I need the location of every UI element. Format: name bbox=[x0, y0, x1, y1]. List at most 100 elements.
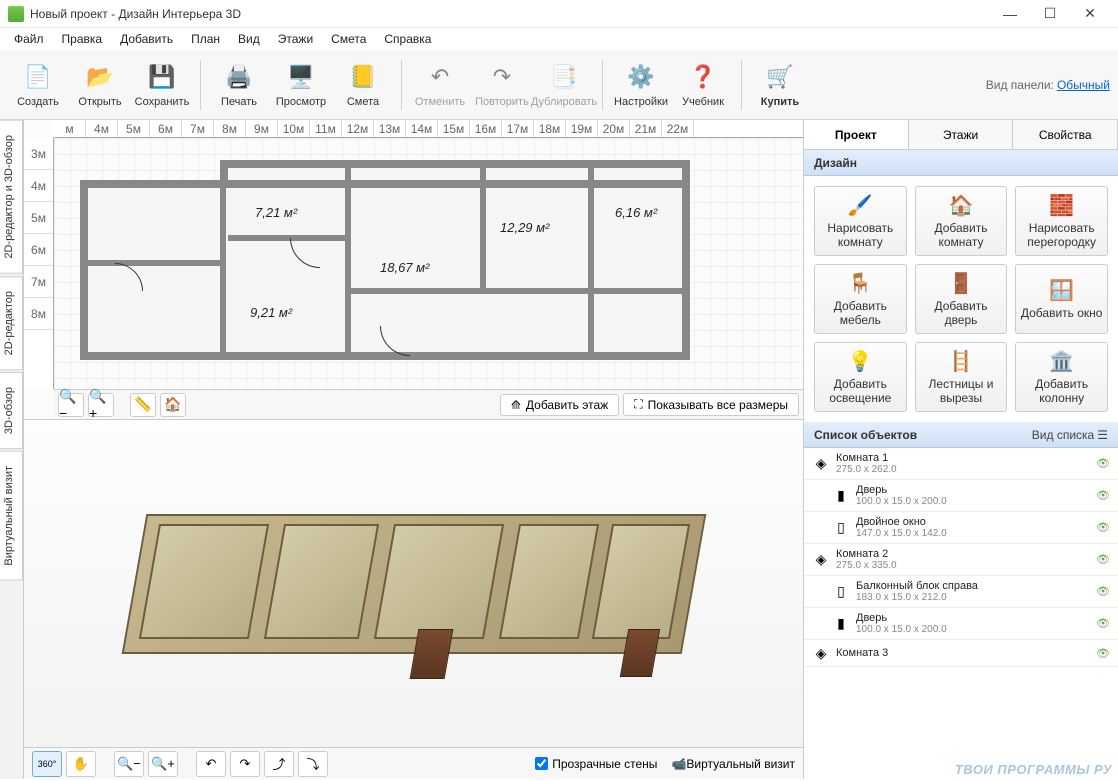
menu-help[interactable]: Справка bbox=[376, 30, 439, 48]
vtab-2d[interactable]: 2D-редактор bbox=[0, 276, 23, 370]
minimize-button[interactable]: — bbox=[990, 2, 1030, 26]
stairs-button[interactable]: 🪜Лестницы и вырезы bbox=[915, 342, 1008, 412]
zoom-in-button[interactable]: 🔍+ bbox=[88, 393, 114, 417]
menu-estimate[interactable]: Смета bbox=[323, 30, 374, 48]
menu-add[interactable]: Добавить bbox=[112, 30, 181, 48]
vtab-combo[interactable]: 2D-редактор и 3D-обзор bbox=[0, 120, 23, 274]
list-item[interactable]: ▯ Двойное окно147.0 x 15.0 x 142.0 👁 bbox=[804, 512, 1118, 544]
rotate-360-button[interactable]: 360° bbox=[32, 751, 62, 777]
eye-icon[interactable]: 👁 bbox=[1096, 521, 1110, 534]
object-icon: ▮ bbox=[832, 615, 850, 633]
separator bbox=[602, 60, 603, 110]
list-mode-link[interactable]: Вид списка ☰ bbox=[1032, 428, 1108, 442]
design-header: Дизайн bbox=[804, 150, 1118, 176]
room-area: 7,21 м² bbox=[255, 205, 297, 220]
stairs-icon: 🪜 bbox=[949, 349, 974, 374]
rotate-down-button[interactable]: ⤵ bbox=[298, 751, 328, 777]
draw-room-button[interactable]: 🖌️Нарисовать комнату bbox=[814, 186, 907, 256]
eye-icon[interactable]: 👁 bbox=[1096, 647, 1110, 660]
list-item[interactable]: ◈ Комната 3 👁 bbox=[804, 640, 1118, 667]
room-area: 18,67 м² bbox=[380, 260, 429, 275]
undo-button[interactable]: ↶Отменить bbox=[410, 55, 470, 115]
redo-button[interactable]: ↷Повторить bbox=[472, 55, 532, 115]
vtab-virtual[interactable]: Виртуальный визит bbox=[0, 451, 23, 581]
plan-2d-view[interactable]: м4м5м6м7м8м9м10м11м12м13м14м15м16м17м18м… bbox=[24, 120, 803, 420]
list-item[interactable]: ◈ Комната 1275.0 x 262.0 👁 bbox=[804, 448, 1118, 480]
inner-wall bbox=[228, 235, 348, 241]
add-door-button[interactable]: 🚪Добавить дверь bbox=[915, 264, 1008, 334]
duplicate-icon: 📑 bbox=[548, 61, 580, 93]
menu-view[interactable]: Вид bbox=[230, 30, 268, 48]
zoom-in-3d-button[interactable]: 🔍+ bbox=[148, 751, 178, 777]
right-panel: Проект Этажи Свойства Дизайн 🖌️Нарисоват… bbox=[803, 120, 1118, 779]
add-furniture-button[interactable]: 🪑Добавить мебель bbox=[814, 264, 907, 334]
eye-icon[interactable]: 👁 bbox=[1096, 617, 1110, 630]
tab-floors[interactable]: Этажи bbox=[909, 120, 1014, 149]
tutorial-button[interactable]: ❓Учебник bbox=[673, 55, 733, 115]
open-button[interactable]: 📂Открыть bbox=[70, 55, 130, 115]
rotate-right-button[interactable]: ↷ bbox=[230, 751, 260, 777]
close-button[interactable]: ✕ bbox=[1070, 2, 1110, 26]
rotate-left-button[interactable]: ↶ bbox=[196, 751, 226, 777]
create-button[interactable]: 📄Создать bbox=[8, 55, 68, 115]
tab-project[interactable]: Проект bbox=[804, 120, 909, 149]
ruler-horizontal: м4м5м6м7м8м9м10м11м12м13м14м15м16м17м18м… bbox=[54, 120, 803, 138]
redo-icon: ↷ bbox=[486, 61, 518, 93]
list-item[interactable]: ◈ Комната 2275.0 x 335.0 👁 bbox=[804, 544, 1118, 576]
home-view-button[interactable]: 🏠 bbox=[160, 393, 186, 417]
measure-button[interactable]: 📏 bbox=[130, 393, 156, 417]
virtual-visit-button[interactable]: 📹Виртуальный визит bbox=[671, 757, 795, 771]
undo-icon: ↶ bbox=[424, 61, 456, 93]
eye-icon[interactable]: 👁 bbox=[1096, 585, 1110, 598]
transparent-walls-checkbox[interactable]: Прозрачные стены bbox=[535, 757, 657, 771]
print-button[interactable]: 🖨️Печать bbox=[209, 55, 269, 115]
zoom-out-3d-button[interactable]: 🔍− bbox=[114, 751, 144, 777]
buy-button[interactable]: 🛒Купить bbox=[750, 55, 810, 115]
eye-icon[interactable]: 👁 bbox=[1096, 489, 1110, 502]
print-icon: 🖨️ bbox=[223, 61, 255, 93]
pan-button[interactable]: ✋ bbox=[66, 751, 96, 777]
folder-icon: 📂 bbox=[84, 61, 116, 93]
separator bbox=[401, 60, 402, 110]
vtab-3d[interactable]: 3D-обзор bbox=[0, 372, 23, 449]
dims-icon: ⛶ bbox=[634, 397, 642, 412]
draw-partition-button[interactable]: 🧱Нарисовать перегородку bbox=[1015, 186, 1108, 256]
camera-icon: 📹 bbox=[671, 757, 686, 771]
plan-canvas[interactable]: 7,21 м² 18,67 м² 12,29 м² 6,16 м² 9,21 м… bbox=[54, 138, 803, 389]
new-icon: 📄 bbox=[22, 61, 54, 93]
view3d-canvas[interactable] bbox=[24, 420, 803, 747]
eye-icon[interactable]: 👁 bbox=[1096, 457, 1110, 470]
zoom-out-button[interactable]: 🔍− bbox=[58, 393, 84, 417]
view3d-toolbar: 360° ✋ 🔍− 🔍+ ↶ ↷ ⤴ ⤵ Прозрачные стены 📹В… bbox=[24, 747, 803, 779]
object-icon: ▯ bbox=[832, 583, 850, 601]
rotate-up-button[interactable]: ⤴ bbox=[264, 751, 294, 777]
estimate-button[interactable]: 📒Смета bbox=[333, 55, 393, 115]
gear-icon: ⚙️ bbox=[625, 61, 657, 93]
floorplan[interactable]: 7,21 м² 18,67 м² 12,29 м² 6,16 м² 9,21 м… bbox=[80, 160, 690, 360]
object-icon: ▮ bbox=[832, 487, 850, 505]
add-window-button[interactable]: 🪟Добавить окно bbox=[1015, 264, 1108, 334]
menu-file[interactable]: Файл bbox=[6, 30, 52, 48]
menu-edit[interactable]: Правка bbox=[54, 30, 111, 48]
preview-button[interactable]: 🖥️Просмотр bbox=[271, 55, 331, 115]
duplicate-button[interactable]: 📑Дублировать bbox=[534, 55, 594, 115]
menu-plan[interactable]: План bbox=[183, 30, 228, 48]
right-tabs: Проект Этажи Свойства bbox=[804, 120, 1118, 150]
tab-properties[interactable]: Свойства bbox=[1013, 120, 1118, 149]
settings-button[interactable]: ⚙️Настройки bbox=[611, 55, 671, 115]
list-item[interactable]: ▮ Дверь100.0 x 15.0 x 200.0 👁 bbox=[804, 608, 1118, 640]
add-room-button[interactable]: 🏠Добавить комнату bbox=[915, 186, 1008, 256]
panel-mode-link[interactable]: Обычный bbox=[1057, 78, 1110, 92]
menu-floors[interactable]: Этажи bbox=[270, 30, 321, 48]
add-lighting-button[interactable]: 💡Добавить освещение bbox=[814, 342, 907, 412]
add-column-button[interactable]: 🏛️Добавить колонну bbox=[1015, 342, 1108, 412]
inner-wall bbox=[345, 168, 351, 360]
save-button[interactable]: 💾Сохранить bbox=[132, 55, 192, 115]
list-item[interactable]: ▯ Балконный блок справа183.0 x 15.0 x 21… bbox=[804, 576, 1118, 608]
list-item[interactable]: ▮ Дверь100.0 x 15.0 x 200.0 👁 bbox=[804, 480, 1118, 512]
add-floor-button[interactable]: ⟰Добавить этаж bbox=[500, 394, 619, 416]
eye-icon[interactable]: 👁 bbox=[1096, 553, 1110, 566]
maximize-button[interactable]: ☐ bbox=[1030, 2, 1070, 26]
object-list[interactable]: ◈ Комната 1275.0 x 262.0 👁▮ Дверь100.0 x… bbox=[804, 448, 1118, 779]
show-dimensions-button[interactable]: ⛶Показывать все размеры bbox=[623, 393, 799, 416]
